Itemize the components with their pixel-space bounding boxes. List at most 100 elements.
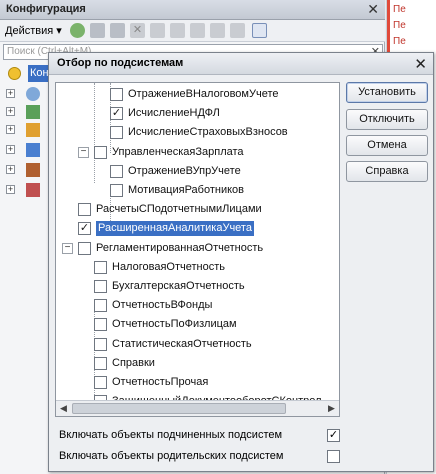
tree-node-checkbox[interactable] xyxy=(94,376,107,389)
tree-node[interactable]: НалоговаяОтчетность xyxy=(56,258,339,277)
tree-node[interactable]: ✓ РасширеннаяАналитикаУчета xyxy=(56,219,339,238)
expand-icon[interactable]: + xyxy=(6,107,15,116)
scroll-left-icon[interactable]: ◀ xyxy=(56,401,71,416)
editor-line: Пе xyxy=(393,20,406,31)
tree-node[interactable]: СтатистическаяОтчетность xyxy=(56,335,339,354)
tree-node[interactable]: РасчетыСПодотчетнымиЛицами xyxy=(56,200,339,219)
copy-icon[interactable] xyxy=(110,23,125,38)
move-up-icon[interactable] xyxy=(150,23,165,38)
tree-node-checkbox[interactable] xyxy=(110,184,123,197)
sort-up-icon[interactable] xyxy=(190,23,205,38)
tree-row[interactable]: + xyxy=(4,142,52,158)
common-icon xyxy=(26,87,40,101)
tree-node-checkbox[interactable] xyxy=(94,318,107,332)
tree-node-label: РасширеннаяАналитикаУчета xyxy=(96,221,254,237)
tree-node-checkbox[interactable] xyxy=(110,88,123,101)
tree-node-checkbox[interactable]: ✓ xyxy=(78,222,91,236)
tree-node-label: РасчетыСПодотчетнымиЛицами xyxy=(96,203,262,216)
tree-node-checkbox[interactable]: ✓ xyxy=(110,107,123,121)
edit-icon[interactable] xyxy=(90,23,105,38)
include-parent-label: Включать объекты родительских подсистем xyxy=(59,450,284,462)
tree-node[interactable]: − УправленческаяЗарплата xyxy=(56,143,339,162)
add-icon[interactable] xyxy=(70,23,85,38)
include-parent-option: Включать объекты родительских подсистем xyxy=(59,448,359,466)
expand-icon[interactable]: + xyxy=(6,125,15,134)
dialog-titlebar[interactable]: Отбор по подсистемам ✕ xyxy=(49,53,433,75)
tree-node-label: ОтчетностьПрочая xyxy=(112,376,209,388)
tree-node-label: ИсчислениеНДФЛ xyxy=(128,107,220,120)
tree-node-checkbox[interactable] xyxy=(110,126,123,140)
list-icon[interactable] xyxy=(230,23,245,38)
include-child-checkbox[interactable]: ✓ xyxy=(327,429,340,442)
tree-node-checkbox[interactable] xyxy=(78,203,91,217)
tree-node-label: НалоговаяОтчетность xyxy=(112,260,225,273)
tree-node-checkbox[interactable] xyxy=(94,337,107,351)
install-button[interactable]: Установить xyxy=(346,82,428,103)
configuration-close-icon[interactable]: ✕ xyxy=(367,1,379,18)
tree-node[interactable]: ОтражениеВНалоговомУчете xyxy=(56,85,339,104)
expand-icon[interactable]: + xyxy=(6,145,15,154)
catalogs-icon xyxy=(26,123,40,137)
tree-node[interactable]: МотивацияРаботников xyxy=(56,181,339,200)
help-button[interactable]: Справка xyxy=(346,161,428,182)
scroll-thumb[interactable] xyxy=(72,403,286,414)
tree-row[interactable]: + xyxy=(4,86,52,102)
scroll-right-icon[interactable]: ▶ xyxy=(324,401,339,416)
tree-row[interactable]: + xyxy=(4,182,52,198)
disable-button[interactable]: Отключить xyxy=(346,109,428,130)
include-child-label: Включать объекты подчиненных подсистем xyxy=(59,429,283,441)
expand-icon[interactable]: + xyxy=(6,165,15,174)
tree-node[interactable]: − РегламентированнаяОтчетность xyxy=(56,239,339,258)
tree-node[interactable]: БухгалтерскаяОтчетность xyxy=(56,277,339,296)
move-down-icon[interactable] xyxy=(170,23,185,38)
tree-node-checkbox[interactable] xyxy=(94,356,107,370)
tree-row[interactable]: + xyxy=(4,162,52,178)
tree-node-checkbox[interactable] xyxy=(94,260,107,274)
dialog-close-icon[interactable]: ✕ xyxy=(414,55,427,73)
expand-icon[interactable]: + xyxy=(6,185,15,194)
expand-icon[interactable]: + xyxy=(6,89,15,98)
tree-node-label: ОтражениеВНалоговомУчете xyxy=(128,88,279,100)
tree-node-label: ОтражениеВУпрУчете xyxy=(128,164,241,177)
tree-node-label: Справки xyxy=(112,356,155,369)
tree-row[interactable]: + xyxy=(4,104,52,120)
tree-node-label: ОтчетностьПоФизлицам xyxy=(112,318,237,331)
filter-icon[interactable] xyxy=(252,23,267,38)
tree-node[interactable]: Справки xyxy=(56,354,339,373)
editor-line: Пе xyxy=(393,4,406,15)
collapse-icon[interactable]: − xyxy=(78,146,89,158)
tree-node-checkbox[interactable] xyxy=(78,241,91,255)
configuration-root-icon xyxy=(8,67,21,80)
subsystem-filter-dialog: Отбор по подсистемам ✕ ОтражениеВНалогов… xyxy=(48,52,434,472)
tree-node[interactable]: ✓ ИсчислениеНДФЛ xyxy=(56,104,339,123)
tree-node-checkbox[interactable] xyxy=(94,280,107,293)
actions-menu[interactable]: Действия ▾ xyxy=(5,24,62,37)
delete-icon[interactable]: ✕ xyxy=(130,23,145,38)
tree-node-label: РегламентированнаяОтчетность xyxy=(96,241,264,254)
tree-node-label: МотивацияРаботников xyxy=(128,184,245,196)
tree-node-checkbox[interactable] xyxy=(94,145,107,159)
tree-node-checkbox[interactable] xyxy=(110,164,123,178)
sort-down-icon[interactable] xyxy=(210,23,225,38)
collapse-icon[interactable]: − xyxy=(62,242,73,254)
tree-node[interactable]: ИсчислениеСтраховыхВзносов xyxy=(56,123,339,142)
tree-node[interactable]: ОтчетностьПрочая xyxy=(56,373,339,392)
subsystem-tree[interactable]: ОтражениеВНалоговомУчете ✓ ИсчислениеНДФЛ И… xyxy=(55,82,340,417)
horizontal-scrollbar[interactable]: ◀ ▶ xyxy=(56,400,339,416)
tree-node-label: УправленческаяЗарплата xyxy=(112,145,244,158)
registers-icon xyxy=(26,163,40,177)
tree-row[interactable]: + xyxy=(4,122,52,138)
include-parent-checkbox[interactable] xyxy=(327,450,340,463)
tree-root[interactable]: Конфигурация xyxy=(4,65,56,82)
tree-node[interactable]: ОтчетностьПоФизлицам xyxy=(56,315,339,334)
tree-node[interactable]: ОтчетностьВФонды xyxy=(56,296,339,315)
include-child-option: Включать объекты подчиненных подсистем xyxy=(59,427,359,445)
cancel-button[interactable]: Отмена xyxy=(346,135,428,156)
dialog-title: Отбор по подсистемам xyxy=(57,57,184,69)
configuration-titlebar: Конфигурация ✕ xyxy=(0,0,385,20)
tree-node[interactable]: ОтражениеВУпрУчете xyxy=(56,162,339,181)
documents-icon xyxy=(26,143,40,157)
editor-line: Пе xyxy=(393,36,406,47)
constants-icon xyxy=(26,105,40,119)
tree-node-checkbox[interactable] xyxy=(94,299,107,313)
